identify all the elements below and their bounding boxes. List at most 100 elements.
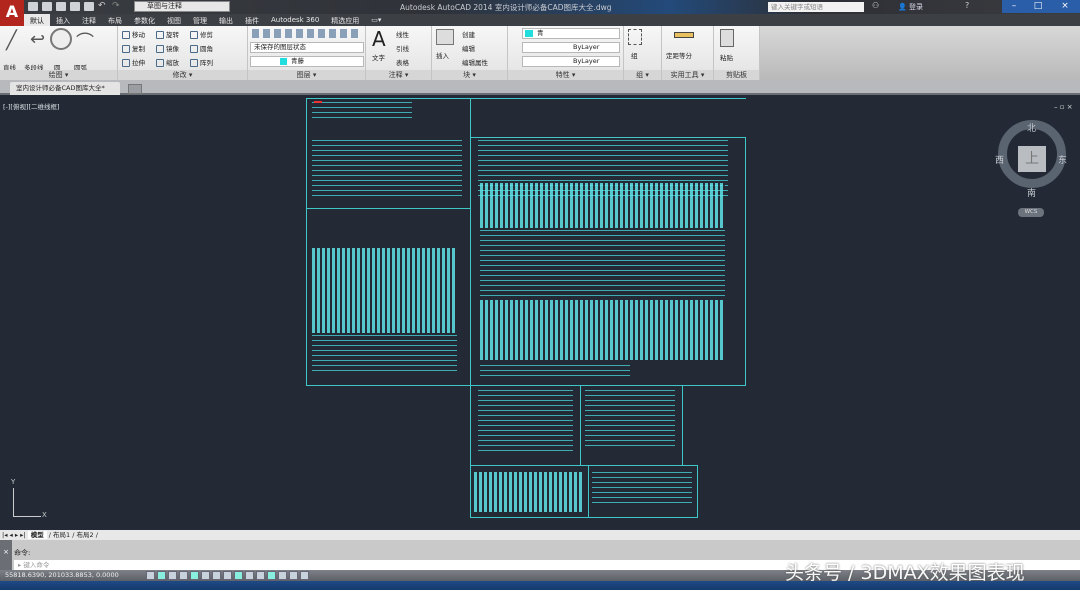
paste-icon <box>720 29 734 47</box>
tab-default[interactable]: 默认 <box>24 14 50 26</box>
lineweight-toggle[interactable] <box>256 571 265 580</box>
maximize-button[interactable]: □ <box>1026 0 1050 13</box>
text-button[interactable]: 文字 <box>372 52 385 62</box>
app-menu-button[interactable]: A <box>0 0 24 26</box>
table-button[interactable]: 表格 <box>396 57 409 67</box>
edit-block-button[interactable]: 编辑 <box>462 43 475 53</box>
tab-featured-apps[interactable]: 精选应用 <box>325 14 365 26</box>
undo-icon[interactable]: ↶ <box>98 1 106 11</box>
new-icon[interactable] <box>28 2 38 11</box>
polar-toggle[interactable] <box>190 571 199 580</box>
command-close-icon[interactable]: × <box>0 540 12 570</box>
move-button[interactable]: 移动 <box>122 29 145 39</box>
current-layer-dropdown[interactable]: 青藤 <box>250 56 364 67</box>
layers-panel: 未保存的图层状态 青藤 图层 ▾ <box>248 26 366 80</box>
mirror-button[interactable]: 镜像 <box>156 43 179 53</box>
draw-panel-label[interactable]: 绘图 ▾ <box>0 70 117 80</box>
infer-constraints-toggle[interactable] <box>146 571 155 580</box>
grid-toggle[interactable] <box>168 571 177 580</box>
login-button[interactable]: 👤 登录 <box>898 2 923 12</box>
rotate-button[interactable]: 旋转 <box>156 29 179 39</box>
compass-west[interactable]: 西 <box>995 153 1004 166</box>
lineweight-dropdown[interactable]: ByLayer <box>522 56 620 67</box>
minimize-button[interactable]: – <box>1002 0 1026 13</box>
trim-button[interactable]: 修剪 <box>190 29 213 39</box>
tab-manage[interactable]: 管理 <box>187 14 213 26</box>
tab-autodesk-360[interactable]: Autodesk 360 <box>265 14 325 26</box>
tab-output[interactable]: 输出 <box>213 14 239 26</box>
selection-cycling-toggle[interactable] <box>289 571 298 580</box>
compass-north[interactable]: 北 <box>1027 121 1036 134</box>
group-button[interactable]: 组 <box>631 50 638 60</box>
groups-panel-label[interactable]: 组 ▾ <box>624 70 661 80</box>
layer-tools-icons[interactable] <box>252 29 360 38</box>
viewport-controls[interactable]: [-][俯视][二维线框] <box>3 101 60 111</box>
window-title: Autodesk AutoCAD 2014 室内设计师必备CAD图库大全.dwg <box>400 3 612 12</box>
color-dropdown[interactable]: 青 <box>522 28 620 39</box>
linetype-dropdown[interactable]: ByLayer <box>522 42 620 53</box>
tab-layout1[interactable]: 布局1 <box>53 531 70 539</box>
tab-layout2[interactable]: 布局2 <box>77 531 94 539</box>
ortho-toggle[interactable] <box>179 571 188 580</box>
annotation-monitor-toggle[interactable] <box>300 571 309 580</box>
ribbon: 直线 多段线 圆 圆弧 ╱ ↩ ⌒ 绘图 ▾ 移动 旋转 修剪 复制 镜像 圆角… <box>0 26 760 80</box>
layout-nav-buttons[interactable]: |◂ ◂ ▸ ▸| <box>2 531 28 539</box>
tab-parametric[interactable]: 参数化 <box>128 14 161 26</box>
3d-osnap-toggle[interactable] <box>212 571 221 580</box>
compass-south[interactable]: 南 <box>1027 186 1036 199</box>
modify-panel-label[interactable]: 修改 ▾ <box>118 70 247 80</box>
utilities-panel-label[interactable]: 实用工具 ▾ <box>662 70 713 80</box>
tab-insert[interactable]: 插入 <box>50 14 76 26</box>
layer-state-dropdown[interactable]: 未保存的图层状态 <box>250 42 364 53</box>
scale-button[interactable]: 缩放 <box>156 57 179 67</box>
draw-panel: 直线 多段线 圆 圆弧 ╱ ↩ ⌒ 绘图 ▾ <box>0 26 118 80</box>
layers-panel-label[interactable]: 图层 ▾ <box>248 70 365 80</box>
binoculars-icon[interactable]: ⚇ <box>872 1 879 10</box>
viewcube-top-face[interactable]: 上 <box>1018 146 1046 172</box>
insert-button[interactable]: 插入 <box>436 50 449 60</box>
array-button[interactable]: 阵列 <box>190 57 213 67</box>
coordinates-readout: 55818.6390, 201033.8853, 0.0000 <box>5 571 119 579</box>
save-as-icon[interactable] <box>70 2 80 11</box>
print-icon[interactable] <box>84 2 94 11</box>
paste-button[interactable]: 粘贴 <box>720 52 733 62</box>
workspace-dropdown[interactable]: 草图与注释 <box>134 1 230 12</box>
annotation-panel-label[interactable]: 注释 ▾ <box>366 70 431 80</box>
tab-view[interactable]: 视图 <box>161 14 187 26</box>
dyn-toggle[interactable] <box>245 571 254 580</box>
properties-panel-label[interactable]: 特性 ▾ <box>508 70 623 80</box>
copy-button[interactable]: 复制 <box>122 43 145 53</box>
save-icon[interactable] <box>56 2 66 11</box>
transparency-toggle[interactable] <box>267 571 276 580</box>
wcs-menu[interactable]: WCS <box>1018 208 1044 217</box>
fillet-button[interactable]: 圆角 <box>190 43 213 53</box>
open-icon[interactable] <box>42 2 52 11</box>
ducs-toggle[interactable] <box>234 571 243 580</box>
tab-layout[interactable]: 布局 <box>102 14 128 26</box>
quick-properties-toggle[interactable] <box>278 571 287 580</box>
tab-plugins[interactable]: 插件 <box>239 14 265 26</box>
search-input[interactable]: 键入关键字或短语 <box>768 2 864 12</box>
close-button[interactable]: × <box>1050 0 1080 13</box>
create-block-button[interactable]: 创建 <box>462 29 475 39</box>
block-panel-label[interactable]: 块 ▾ <box>432 70 507 80</box>
osnap-toggle[interactable] <box>201 571 210 580</box>
document-tabs <box>0 80 1080 95</box>
measure-button[interactable]: 定距等分 <box>666 50 692 60</box>
redo-icon[interactable]: ↷ <box>112 1 120 11</box>
leader-button[interactable]: 引线 <box>396 43 409 53</box>
edit-attributes-button[interactable]: 编辑属性 <box>462 57 488 67</box>
document-tab[interactable]: 室内设计师必备CAD图库大全* <box>10 82 120 95</box>
otrack-toggle[interactable] <box>223 571 232 580</box>
compass-east[interactable]: 东 <box>1058 153 1067 166</box>
viewport-window-controls[interactable]: – ▫ × <box>1054 103 1073 111</box>
tab-model[interactable]: 模型 <box>27 531 47 539</box>
cad-blocks <box>480 300 725 360</box>
help-icon[interactable]: ? <box>965 1 969 10</box>
new-tab-button[interactable] <box>128 84 142 94</box>
linear-dimension-button[interactable]: 线性 <box>396 29 409 39</box>
snap-toggle[interactable] <box>157 571 166 580</box>
stretch-button[interactable]: 拉伸 <box>122 57 145 67</box>
tab-annotate[interactable]: 注释 <box>76 14 102 26</box>
tab-more[interactable]: ▭▾ <box>365 14 387 26</box>
